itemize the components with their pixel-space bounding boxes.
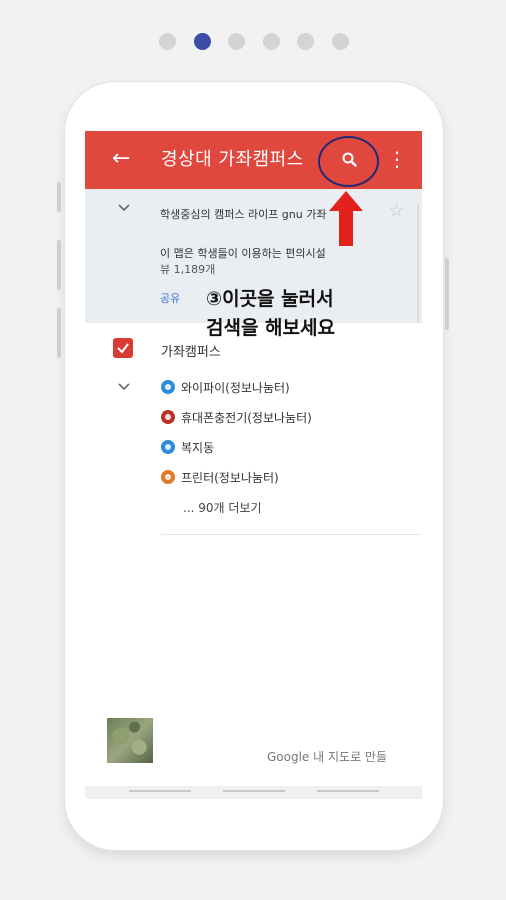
highlight-circle (318, 136, 379, 187)
layer-item-label: 와이파이(정보나눔터) (181, 381, 290, 395)
arrow-left-icon[interactable]: ← (112, 146, 130, 172)
carousel-dot-active[interactable] (194, 33, 211, 50)
view-count: 뷰 1,189개 (160, 263, 216, 276)
carousel-dot[interactable] (159, 33, 176, 50)
map-description: 학생중심의 캠퍼스 라이프 gnu 가좌 (160, 208, 327, 221)
phone-side-button (57, 182, 61, 212)
building-icon (161, 440, 175, 454)
layer-item-label: 프린터(정보나눔터) (181, 471, 279, 485)
show-more-link[interactable]: ... 90개 더보기 (183, 499, 262, 516)
carousel-dot[interactable] (228, 33, 245, 50)
layer-item-label: 휴대폰충전기(정보나눔터) (181, 411, 312, 425)
phone-side-button (57, 240, 61, 290)
app-screen: ← 경상대 가좌캠퍼스 ⋮ 학생중심의 캠퍼스 라이프 gnu 가좌 ☆ 이 맵… (85, 131, 422, 799)
phone-side-button (445, 258, 449, 330)
layer-name: 가좌캠퍼스 (161, 345, 221, 360)
layer-checkbox[interactable] (113, 338, 133, 358)
charger-icon (161, 410, 175, 424)
phone-side-button (57, 308, 61, 358)
system-nav-bar (85, 786, 422, 799)
chevron-down-icon[interactable] (118, 204, 130, 212)
carousel-dot[interactable] (332, 33, 349, 50)
divider (161, 534, 422, 535)
instruction-annotation: ③이곳을 눌러서 검색을 해보세요 (206, 288, 335, 339)
carousel-dot[interactable] (297, 33, 314, 50)
map-thumbnail[interactable] (107, 718, 153, 763)
layer-item-label: 복지동 (181, 441, 215, 455)
nav-handle[interactable] (129, 790, 191, 792)
chevron-down-icon[interactable] (118, 383, 130, 391)
more-vert-icon[interactable]: ⋮ (387, 146, 407, 172)
map-title: 경상대 가좌캠퍼스 (161, 149, 304, 170)
carousel-dot[interactable] (263, 33, 280, 50)
google-mymaps-footer[interactable]: Google 내 지도로 만들 (267, 748, 387, 765)
check-icon (117, 343, 129, 354)
red-arrow-icon (329, 191, 363, 246)
printer-icon (161, 470, 175, 484)
map-description-line2: 이 맵은 학생들이 이용하는 편의시설 (160, 247, 326, 260)
nav-handle[interactable] (223, 790, 285, 792)
carousel-dots (0, 33, 506, 51)
nav-handle[interactable] (317, 790, 379, 792)
wifi-icon (161, 380, 175, 394)
share-link[interactable]: 공유 (160, 290, 180, 306)
star-icon[interactable]: ☆ (389, 201, 404, 221)
scrollbar[interactable] (417, 203, 419, 323)
